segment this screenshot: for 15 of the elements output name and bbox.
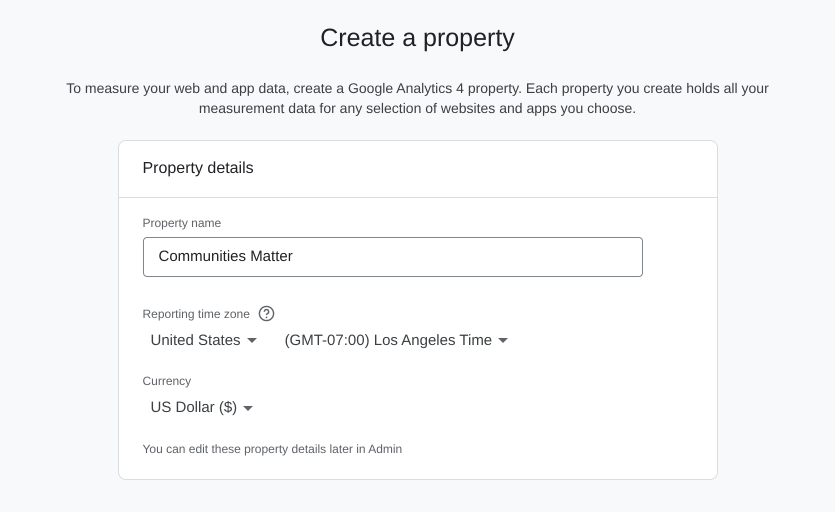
field-label: Reporting time zone [142, 306, 250, 322]
dropdown[interactable]: United States [142, 326, 265, 356]
card-title: Property details [142, 158, 254, 178]
help-icon[interactable] [258, 305, 275, 322]
page-title: Create a property [320, 23, 515, 54]
property-name-field[interactable]: Communities Matter [142, 236, 642, 276]
field-label: Currency [142, 373, 192, 390]
caret-icon [243, 406, 254, 411]
description: To measure your web and app data, create a Google Analytics 4 property. Each property you create holds all your measurement data for any selection of websites and apps you choose. [65, 78, 770, 118]
caret-icon [246, 338, 257, 344]
dropdown[interactable]: US Dollar ($) [142, 393, 262, 424]
caret-icon [498, 338, 508, 344]
note: You can edit these property details later in Admin [142, 440, 404, 458]
field-label: Property name [142, 214, 222, 232]
dropdown[interactable]: (GMT-07:00) Los Angeles Time [276, 326, 516, 356]
